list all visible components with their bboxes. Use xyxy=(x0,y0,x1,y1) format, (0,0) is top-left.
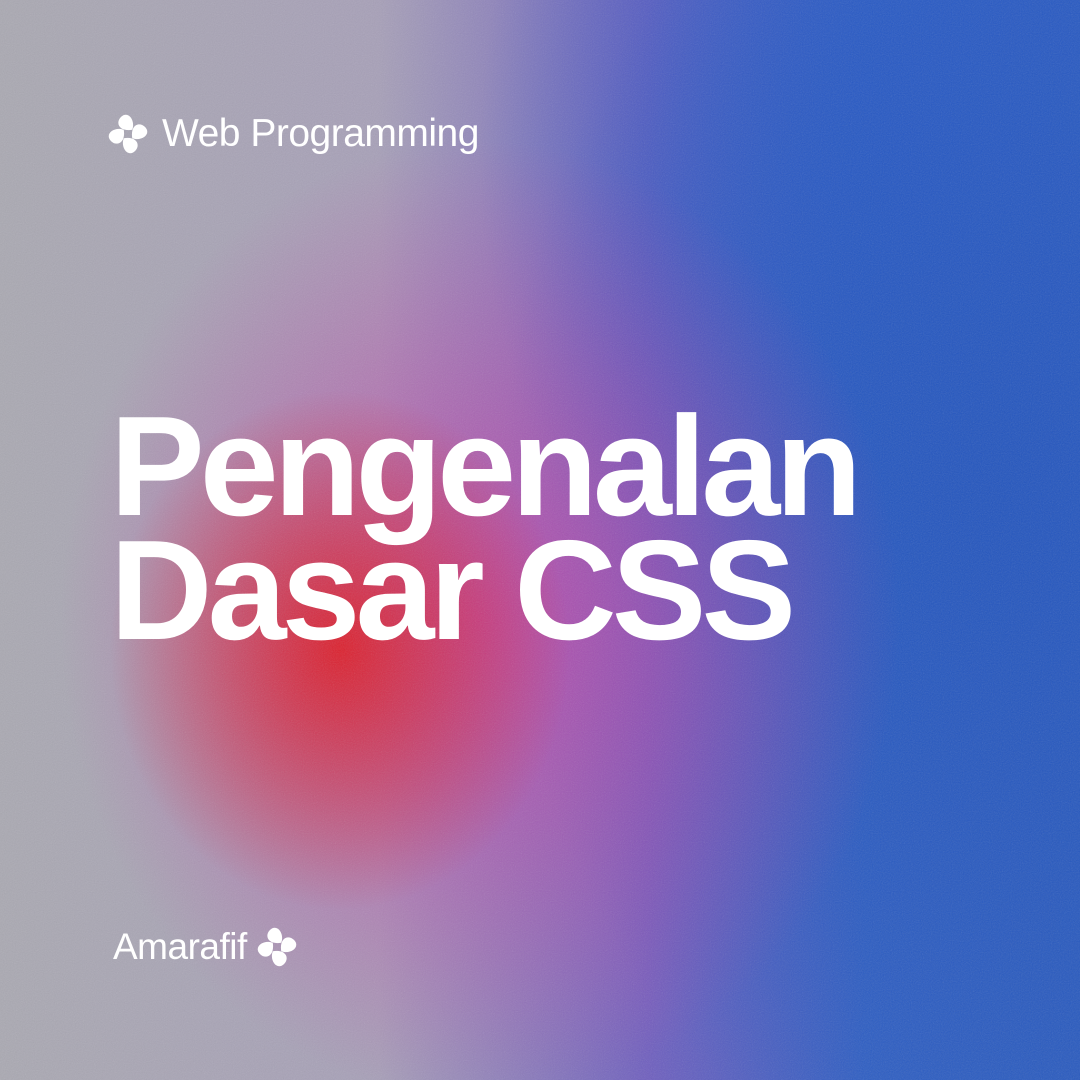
category-text: Web Programming xyxy=(162,112,479,155)
clover-icon xyxy=(108,114,148,154)
author-label: Amarafif xyxy=(113,926,297,968)
clover-icon xyxy=(257,927,297,967)
author-text: Amarafif xyxy=(113,926,247,967)
category-label: Web Programming xyxy=(108,112,479,156)
title-line-2: Dasar CSS xyxy=(110,511,796,670)
page-title: Pengenalan Dasar CSS xyxy=(110,396,862,670)
